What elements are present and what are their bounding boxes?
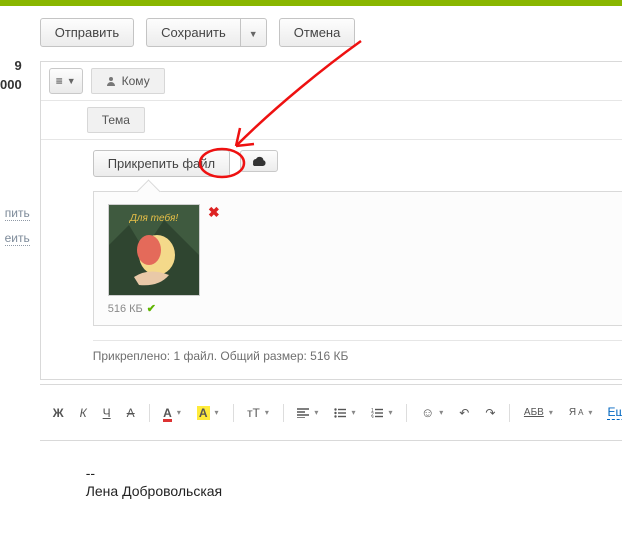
align-icon bbox=[297, 408, 309, 418]
left-sidebar: 9 000 пить еить bbox=[0, 6, 26, 555]
spellcheck-button[interactable]: АБВ bbox=[519, 404, 558, 421]
underline-button[interactable]: Ч bbox=[98, 403, 116, 423]
save-dropdown-button[interactable]: ▼ bbox=[240, 18, 267, 47]
numbered-list-button[interactable]: 123 bbox=[366, 405, 397, 421]
translit-button[interactable]: ЯА bbox=[564, 404, 598, 421]
italic-button[interactable]: К bbox=[75, 403, 92, 423]
svg-text:3: 3 bbox=[371, 416, 374, 418]
sidebar-number-1: 9 bbox=[0, 58, 22, 73]
bullet-list-button[interactable] bbox=[329, 405, 360, 421]
font-size-button[interactable]: тТ bbox=[242, 403, 274, 423]
message-body[interactable]: -- Лена Добровольская bbox=[26, 441, 622, 555]
signature-name: Лена Добровольская bbox=[86, 483, 622, 499]
chevron-down-icon: ▼ bbox=[249, 29, 258, 39]
list-icon bbox=[334, 408, 346, 418]
attachment-item: Для тебя! ✖ 516 КБ ✔ bbox=[108, 204, 200, 315]
highlight-button[interactable]: А bbox=[192, 403, 224, 423]
check-icon: ✔ bbox=[147, 302, 156, 315]
sidebar-number-2: 000 bbox=[0, 77, 22, 92]
chevron-down-icon: ▼ bbox=[67, 76, 76, 86]
to-input[interactable] bbox=[173, 62, 622, 100]
subject-input[interactable] bbox=[153, 101, 622, 139]
save-button[interactable]: Сохранить bbox=[146, 18, 240, 47]
text-color-button[interactable]: А bbox=[158, 403, 186, 423]
separator bbox=[406, 404, 407, 422]
hamburger-icon: ≡ bbox=[56, 74, 63, 88]
to-field-label[interactable]: Кому bbox=[91, 68, 165, 94]
attachment-size: 516 КБ ✔ bbox=[108, 302, 200, 315]
attachments-summary: Прикреплено: 1 файл. Общий размер: 516 К… bbox=[93, 340, 622, 371]
cancel-button[interactable]: Отмена bbox=[279, 18, 356, 47]
undo-button[interactable]: ↶ bbox=[454, 403, 474, 423]
separator bbox=[233, 404, 234, 422]
thumbnail-image: Для тебя! bbox=[109, 205, 199, 295]
compose-panel: ≡ ▼ Кому Тема Прикрепить файл bbox=[40, 61, 622, 380]
person-icon bbox=[106, 76, 116, 86]
remove-attachment-button[interactable]: ✖ bbox=[208, 204, 220, 221]
bold-button[interactable]: Ж bbox=[48, 403, 69, 423]
separator bbox=[509, 404, 510, 422]
cloud-icon bbox=[251, 156, 267, 166]
align-button[interactable] bbox=[292, 405, 323, 421]
options-button[interactable]: ≡ ▼ bbox=[49, 68, 83, 94]
editor-toolbar: Ж К Ч А А А тТ 123 ☺ ↶ ↷ АБВ ЯА bbox=[40, 384, 622, 441]
spacer bbox=[41, 101, 87, 139]
emoji-button[interactable]: ☺ bbox=[416, 402, 448, 423]
subject-field-label[interactable]: Тема bbox=[87, 107, 145, 133]
more-button[interactable]: Еще bbox=[607, 405, 622, 420]
redo-button[interactable]: ↷ bbox=[480, 403, 500, 423]
signature-dash: -- bbox=[86, 465, 622, 481]
save-button-group: Сохранить ▼ bbox=[146, 18, 267, 47]
strike-button[interactable]: А bbox=[122, 403, 140, 423]
svg-text:Для тебя!: Для тебя! bbox=[129, 212, 179, 224]
attachments-container: Для тебя! ✖ 516 КБ ✔ bbox=[93, 191, 622, 326]
attach-file-button[interactable]: Прикрепить файл bbox=[93, 150, 230, 177]
attachment-thumbnail[interactable]: Для тебя! bbox=[108, 204, 200, 296]
send-button[interactable]: Отправить bbox=[40, 18, 134, 47]
attach-cloud-button[interactable] bbox=[240, 150, 278, 172]
numbered-list-icon: 123 bbox=[371, 408, 383, 418]
separator bbox=[149, 404, 150, 422]
main-toolbar: Отправить Сохранить ▼ Отмена bbox=[26, 6, 622, 57]
separator bbox=[283, 404, 284, 422]
